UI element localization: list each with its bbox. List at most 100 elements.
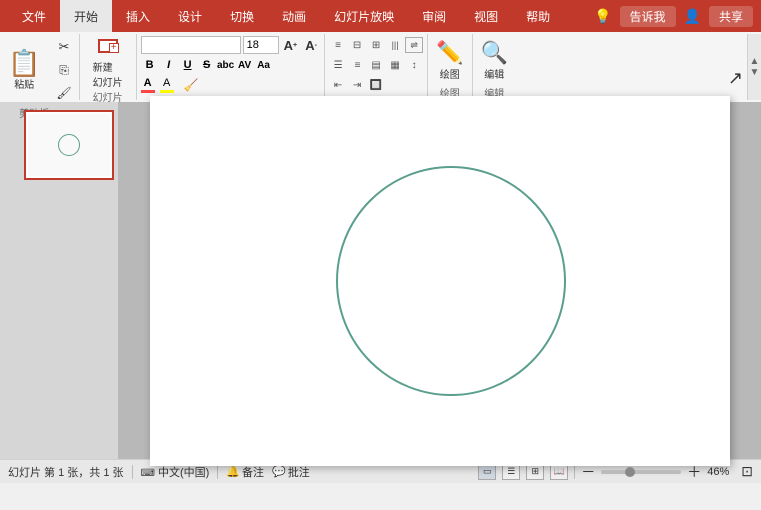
increase-font-button[interactable]: A+ [281, 36, 300, 54]
menu-insert[interactable]: 插入 [112, 0, 164, 32]
normal-view-button[interactable]: ▭ [478, 464, 496, 480]
menu-tabs: 文件 开始 插入 设计 切换 动画 幻灯片放映 审阅 视图 帮助 [8, 0, 594, 32]
clipboard-content: 📋 粘贴 ✂ ⎘ 🖌 [4, 36, 75, 104]
char-spacing-button[interactable]: AV [236, 57, 254, 73]
zoom-slider[interactable] [601, 470, 681, 474]
clear-format-button[interactable]: 🧹 [181, 76, 202, 94]
col-button[interactable]: ||| [386, 37, 404, 53]
align-right-button[interactable]: ▤ [367, 57, 385, 73]
editing-content: 🔍 编辑 [477, 36, 512, 84]
bold-button[interactable]: B [141, 57, 159, 73]
thumb-circle [58, 134, 80, 156]
highlight-color-button[interactable]: A [160, 77, 174, 93]
format-painter-button[interactable]: 🖌 [53, 82, 74, 104]
menu-file[interactable]: 文件 [8, 0, 60, 32]
paragraph-group: ≡ ⊟ ⊞ ||| ⇌ ☰ ≡ ▤ ▦ ↕ ⇤ ⇥ 🔲 [325, 34, 428, 100]
format-row1: B I U S abc AV Aa [141, 56, 273, 74]
smartart-button[interactable]: 🔲 [367, 77, 385, 93]
font-color-button[interactable]: A [141, 77, 155, 93]
comments-button[interactable]: 💬 批注 [272, 464, 310, 480]
slide-info: 幻灯片 第 1 张，共 1 张 [8, 464, 124, 480]
font-size-input[interactable] [243, 36, 279, 54]
tell-me-button[interactable]: 告诉我 [620, 6, 676, 27]
status-divider2 [217, 465, 218, 479]
new-slide-icon: + [98, 35, 118, 57]
editing-button[interactable]: 🔍 编辑 [477, 36, 512, 84]
menu-design[interactable]: 设计 [164, 0, 216, 32]
clipboard-col: ✂ ⎘ 🖌 [53, 36, 74, 104]
zoom-thumb [625, 467, 635, 477]
menu-view[interactable]: 视图 [460, 0, 512, 32]
justify-button[interactable]: ▦ [386, 57, 404, 73]
strikethrough-button[interactable]: S [198, 57, 216, 73]
paragraph-content: ≡ ⊟ ⊞ ||| ⇌ ☰ ≡ ▤ ▦ ↕ ⇤ ⇥ 🔲 [329, 36, 423, 94]
share-button[interactable]: 共享 [709, 6, 753, 27]
underline-button[interactable]: U [179, 57, 197, 73]
drawing-button[interactable]: ✏️ 绘图 [432, 36, 467, 84]
share-icon[interactable]: 👤 [684, 8, 701, 25]
ribbon: 📋 粘贴 ✂ ⎘ 🖌 剪贴板 ↗ + [0, 32, 761, 102]
list-button-3[interactable]: ⊞ [367, 37, 385, 53]
comments-icon: 💬 [272, 465, 286, 478]
decrease-font-button[interactable]: A- [302, 36, 320, 54]
slide-thumb-wrapper: 1 [4, 110, 114, 180]
slide-canvas[interactable] [150, 96, 730, 466]
status-divider1 [132, 465, 133, 479]
decrease-indent-button[interactable]: ⇤ [329, 77, 347, 93]
font-group: A+ A- B I U S abc AV Aa A [137, 34, 325, 100]
cut-button[interactable]: ✂ [53, 36, 74, 58]
line-spacing-button[interactable]: ↕ [405, 57, 423, 73]
para-row2: ☰ ≡ ▤ ▦ ↕ [329, 56, 423, 74]
slides-content: + 新建幻灯片 [84, 36, 132, 88]
clipboard-group: 📋 粘贴 ✂ ⎘ 🖌 剪贴板 ↗ [0, 34, 80, 100]
direction-button[interactable]: ⇌ [405, 37, 423, 53]
slide-sorter-button[interactable]: ⊞ [526, 464, 544, 480]
drawing-icon: ✏️ [436, 40, 463, 66]
scroll-up-icon[interactable]: ▲ [750, 56, 760, 67]
paste-icon: 📋 [8, 50, 40, 76]
font-name-input[interactable] [141, 36, 241, 54]
align-left-button[interactable]: ☰ [329, 57, 347, 73]
reading-view-button[interactable]: 📖 [550, 464, 568, 480]
list-button-2[interactable]: ⊟ [348, 37, 366, 53]
new-slide-button[interactable]: + 新建幻灯片 [84, 36, 132, 88]
outline-view-button[interactable]: ☰ [502, 464, 520, 480]
font-selector-row: A+ A- [141, 36, 320, 54]
slide-thumb-inner [28, 114, 110, 176]
paste-button[interactable]: 📋 粘贴 [4, 44, 44, 96]
scroll-down-icon[interactable]: ▼ [750, 67, 760, 78]
shadow-button[interactable]: abc [217, 57, 235, 73]
ribbon-scroll-button[interactable]: ▲ ▼ [747, 34, 761, 100]
notes-button[interactable]: 🔔 备注 [226, 464, 264, 480]
case-button[interactable]: Aa [255, 57, 273, 73]
menu-start[interactable]: 开始 [60, 0, 112, 32]
language-indicator[interactable]: ⌨ 中文(中国) [141, 464, 210, 480]
ribbon-content: 📋 粘贴 ✂ ⎘ 🖌 剪贴板 ↗ + [0, 32, 761, 102]
menu-transition[interactable]: 切换 [216, 0, 268, 32]
italic-button[interactable]: I [160, 57, 178, 73]
align-center-button[interactable]: ≡ [348, 57, 366, 73]
para-row1: ≡ ⊟ ⊞ ||| ⇌ [329, 36, 423, 54]
menu-review[interactable]: 审阅 [408, 0, 460, 32]
lightbulb-icon[interactable]: 💡 [594, 8, 611, 25]
increase-indent-button[interactable]: ⇥ [348, 77, 366, 93]
titlebar-right: 💡 告诉我 👤 共享 [594, 6, 753, 27]
canvas-circle[interactable] [336, 166, 566, 396]
fit-to-window-button[interactable]: ⊡ [741, 463, 753, 480]
slides-group: + 新建幻灯片 幻灯片 [80, 34, 137, 100]
menu-help[interactable]: 帮助 [512, 0, 564, 32]
status-divider3 [574, 465, 575, 479]
copy-button[interactable]: ⎘ [53, 59, 74, 81]
format-row2: A A 🧹 [141, 76, 202, 94]
menu-slideshow[interactable]: 幻灯片放映 [320, 0, 408, 32]
drawing-content: ✏️ 绘图 [432, 36, 467, 84]
zoom-level[interactable]: 46% [707, 466, 735, 478]
slides-label: 幻灯片 [84, 88, 132, 105]
para-row3: ⇤ ⇥ 🔲 [329, 76, 385, 94]
editing-icon: 🔍 [481, 40, 508, 66]
slide-thumbnail[interactable] [24, 110, 114, 180]
menu-animation[interactable]: 动画 [268, 0, 320, 32]
slide-panel: 1 [0, 102, 118, 459]
list-button-1[interactable]: ≡ [329, 37, 347, 53]
canvas-area [118, 102, 761, 459]
